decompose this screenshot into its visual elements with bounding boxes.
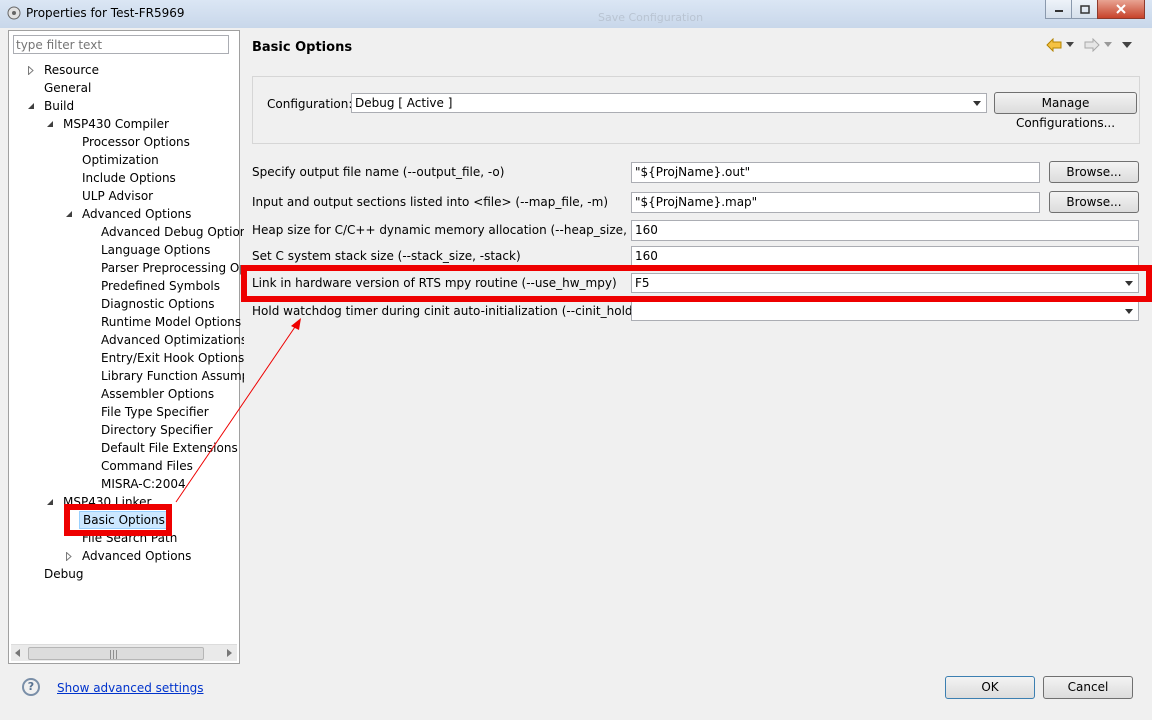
annotation-arrow xyxy=(175,318,301,503)
properties-dialog: Properties for Test-FR5969 Save Configur… xyxy=(0,0,1152,720)
arrowhead-icon xyxy=(291,318,301,330)
